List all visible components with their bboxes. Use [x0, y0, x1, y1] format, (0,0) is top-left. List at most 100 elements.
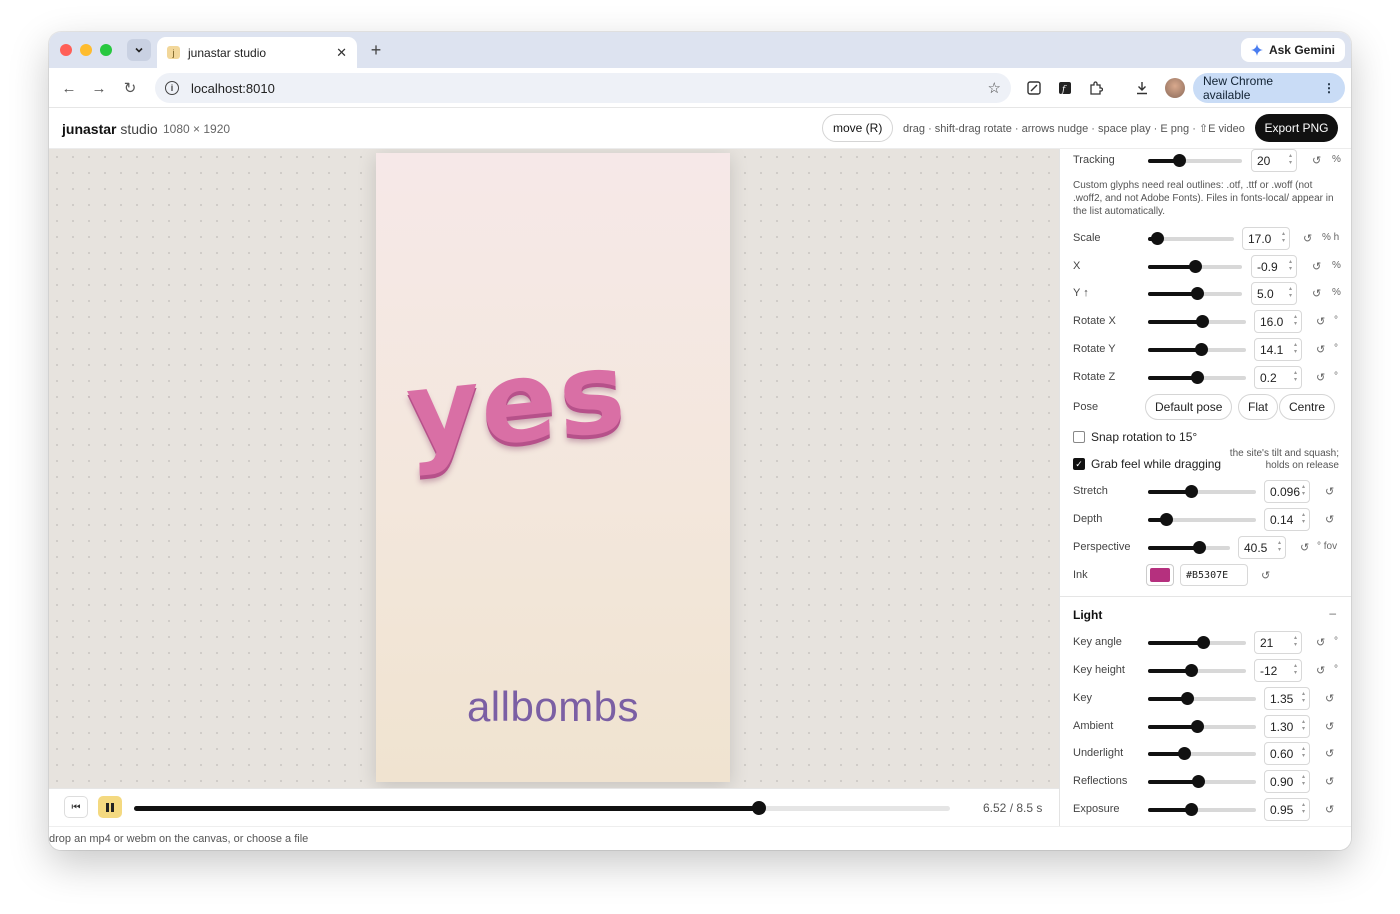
y-slider[interactable] — [1148, 287, 1242, 300]
slider-knob[interactable] — [1191, 775, 1205, 788]
url-text[interactable]: localhost:8010 — [191, 81, 988, 96]
perspective-slider[interactable] — [1148, 541, 1230, 554]
close-icon[interactable]: ✕ — [336, 45, 347, 61]
rewind-button[interactable]: ⏮ — [64, 796, 88, 818]
reset-icon[interactable]: ↺ — [1316, 343, 1325, 356]
ambient-input[interactable]: 1.30 — [1264, 715, 1310, 738]
rotate-y-slider[interactable] — [1148, 343, 1246, 356]
slider-knob[interactable] — [1151, 232, 1165, 245]
collapse-icon[interactable]: – — [1329, 606, 1336, 620]
ask-gemini-button[interactable]: Ask Gemini — [1240, 38, 1345, 62]
reset-icon[interactable]: ↺ — [1300, 541, 1309, 554]
rotate-x-slider[interactable] — [1148, 315, 1246, 328]
reset-icon[interactable]: ↺ — [1261, 569, 1270, 582]
slider-knob[interactable] — [1196, 636, 1210, 649]
x-slider[interactable] — [1148, 260, 1242, 273]
reset-icon[interactable]: ↺ — [1325, 513, 1334, 526]
depth-input[interactable]: 0.14 — [1264, 508, 1310, 531]
reset-icon[interactable]: ↺ — [1316, 371, 1325, 384]
default-pose-button[interactable]: Default pose — [1145, 394, 1233, 420]
tracking-slider[interactable] — [1148, 154, 1242, 167]
slider-knob[interactable] — [1180, 692, 1194, 705]
minimize-window-button[interactable] — [80, 44, 92, 56]
ink-color-swatch[interactable] — [1146, 564, 1174, 586]
export-png-button[interactable]: Export PNG — [1255, 114, 1338, 142]
slider-knob[interactable] — [1195, 315, 1209, 328]
site-info-icon[interactable]: i — [165, 81, 179, 95]
depth-slider[interactable] — [1148, 513, 1256, 526]
poster-3d-text[interactable]: yes — [404, 326, 629, 479]
tracking-input[interactable]: 20 — [1251, 149, 1297, 172]
profile-avatar[interactable] — [1165, 78, 1185, 98]
key-height-input[interactable]: -12 — [1254, 659, 1302, 682]
exposure-slider[interactable] — [1148, 803, 1256, 816]
slider-knob[interactable] — [1190, 720, 1204, 733]
reset-icon[interactable]: ↺ — [1325, 692, 1334, 705]
poster-canvas[interactable]: yes allbombs — [376, 153, 730, 782]
reset-icon[interactable]: ↺ — [1312, 260, 1321, 273]
key-angle-slider[interactable] — [1148, 636, 1246, 649]
slider-knob[interactable] — [1173, 154, 1187, 167]
browser-tab[interactable]: j junastar studio ✕ — [157, 37, 357, 68]
close-window-button[interactable] — [60, 44, 72, 56]
underlight-input[interactable]: 0.60 — [1264, 742, 1310, 765]
reset-icon[interactable]: ↺ — [1325, 720, 1334, 733]
snap-rotation-checkbox[interactable] — [1073, 431, 1085, 443]
rotate-z-slider[interactable] — [1148, 371, 1246, 384]
reset-icon[interactable]: ↺ — [1316, 636, 1325, 649]
bookmark-star-icon[interactable]: ☆ — [988, 79, 1001, 97]
timeline-thumb[interactable] — [752, 801, 767, 815]
slider-knob[interactable] — [1194, 343, 1208, 356]
exposure-input[interactable]: 0.95 — [1264, 798, 1310, 821]
ambient-slider[interactable] — [1148, 720, 1256, 733]
rotate-x-input[interactable]: 16.0 — [1254, 310, 1302, 333]
back-button[interactable]: ← — [58, 77, 80, 99]
reset-icon[interactable]: ↺ — [1312, 287, 1321, 300]
maximize-window-button[interactable] — [100, 44, 112, 56]
key-input[interactable]: 1.35 — [1264, 687, 1310, 710]
tab-search-button[interactable] — [127, 39, 151, 61]
reset-icon[interactable]: ↺ — [1316, 664, 1325, 677]
slider-knob[interactable] — [1185, 664, 1199, 677]
slider-knob[interactable] — [1192, 541, 1206, 554]
extensions-puzzle-icon[interactable] — [1086, 78, 1106, 98]
y-input[interactable]: 5.0 — [1251, 282, 1297, 305]
scale-slider[interactable] — [1148, 232, 1234, 245]
new-tab-button[interactable]: + — [365, 39, 387, 61]
grab-feel-label[interactable]: Grab feel while dragging — [1091, 457, 1221, 471]
extension-font-icon[interactable]: f — [1055, 78, 1075, 98]
key-angle-input[interactable]: 21 — [1254, 631, 1302, 654]
ink-hex-input[interactable]: #B5307E — [1180, 564, 1248, 586]
forward-button[interactable]: → — [88, 77, 110, 99]
reflections-slider[interactable] — [1148, 775, 1256, 788]
rotate-z-input[interactable]: 0.2 — [1254, 366, 1302, 389]
stretch-slider[interactable] — [1148, 485, 1256, 498]
reset-icon[interactable]: ↺ — [1325, 803, 1334, 816]
grab-feel-checkbox[interactable]: ✓ — [1073, 458, 1085, 470]
reset-icon[interactable]: ↺ — [1325, 775, 1334, 788]
reload-button[interactable]: ↻ — [119, 77, 141, 99]
pause-button[interactable] — [98, 796, 122, 818]
reset-icon[interactable]: ↺ — [1303, 232, 1312, 245]
reflections-input[interactable]: 0.90 — [1264, 770, 1310, 793]
snap-rotation-label[interactable]: Snap rotation to 15° — [1091, 430, 1197, 444]
extension-edit-icon[interactable] — [1024, 78, 1044, 98]
download-icon[interactable] — [1132, 78, 1152, 98]
reset-icon[interactable]: ↺ — [1325, 747, 1334, 760]
timeline-scrubber[interactable] — [134, 801, 950, 815]
x-input[interactable]: -0.9 — [1251, 255, 1297, 278]
slider-knob[interactable] — [1191, 371, 1204, 384]
perspective-input[interactable]: 40.5 — [1238, 536, 1286, 559]
key-height-slider[interactable] — [1148, 664, 1246, 677]
reset-icon[interactable]: ↺ — [1312, 154, 1321, 167]
light-section-header[interactable]: Light – — [1060, 596, 1351, 624]
reset-icon[interactable]: ↺ — [1316, 315, 1325, 328]
flat-pose-button[interactable]: Flat — [1238, 394, 1279, 420]
slider-knob[interactable] — [1185, 803, 1199, 816]
key-slider[interactable] — [1148, 692, 1256, 705]
rotate-y-input[interactable]: 14.1 — [1254, 338, 1302, 361]
chrome-update-button[interactable]: New Chrome available ⋮ — [1193, 73, 1345, 103]
scale-input[interactable]: 17.0 — [1242, 227, 1290, 250]
slider-knob[interactable] — [1160, 513, 1174, 526]
underlight-slider[interactable] — [1148, 747, 1256, 760]
